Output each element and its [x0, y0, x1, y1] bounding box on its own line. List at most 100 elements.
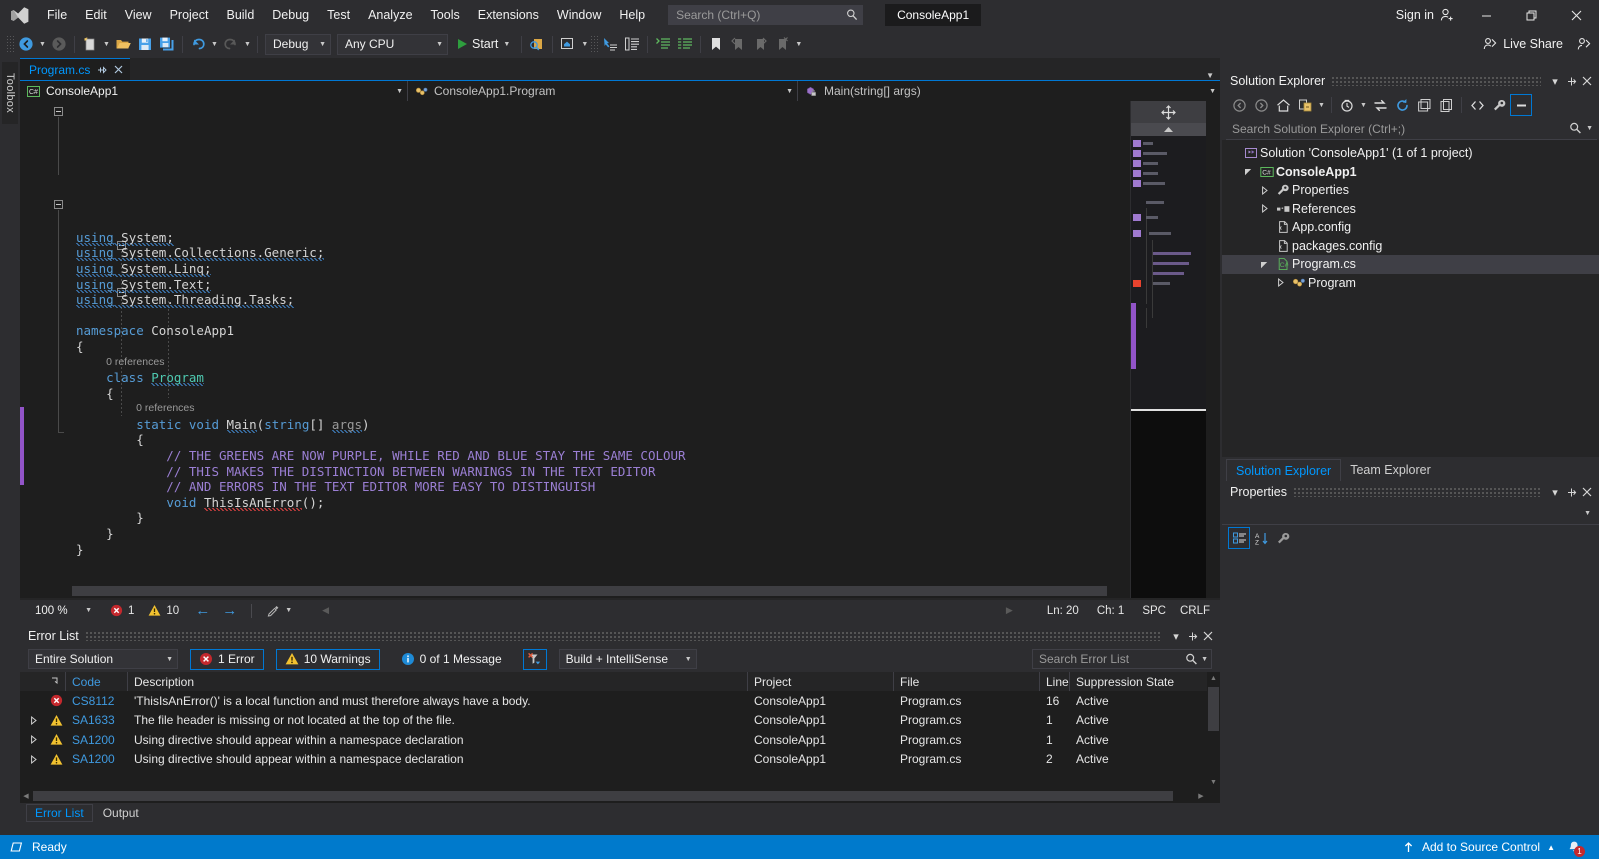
expander-expanded-icon[interactable]	[1244, 167, 1258, 176]
errors-filter-toggle[interactable]: 1 Error	[190, 648, 264, 670]
solution-explorer-tree[interactable]: Solution 'ConsoleApp1' (1 of 1 project) C…	[1222, 140, 1599, 457]
error-scope-combo[interactable]: Entire Solution ▼	[28, 649, 178, 669]
menu-build[interactable]: Build	[217, 3, 263, 27]
code-line[interactable]: // AND ERRORS IN THE TEXT EDITOR MORE EA…	[72, 479, 1130, 495]
home-window-icon[interactable]	[557, 33, 579, 55]
pending-changes-dropdown-icon[interactable]: ▼	[1316, 94, 1327, 116]
solution-tree-item[interactable]: Solution 'ConsoleApp1' (1 of 1 project)	[1222, 144, 1599, 163]
code-line[interactable]: static void Main(string[] args)	[72, 416, 1130, 433]
col-file[interactable]: File	[894, 672, 1040, 691]
show-all-files-icon[interactable]	[1413, 94, 1435, 116]
restore-button[interactable]	[1509, 0, 1554, 30]
document-tab-program-cs[interactable]: Program.cs	[20, 58, 131, 80]
col-severity[interactable]	[40, 672, 66, 691]
col-suppression-state[interactable]: Suppression State	[1070, 672, 1220, 691]
expander-expanded-icon[interactable]	[1260, 260, 1274, 269]
error-list-row[interactable]: SA1200 Using directive should appear with…	[20, 730, 1220, 750]
status-error-count[interactable]: 1	[110, 604, 134, 617]
sync-with-active-document-icon[interactable]	[1369, 94, 1391, 116]
comment-selection-icon[interactable]	[652, 33, 674, 55]
scroll-up-button[interactable]	[1131, 123, 1206, 136]
code-line[interactable]: }	[72, 542, 1130, 558]
minimize-button[interactable]	[1464, 0, 1509, 30]
code-line[interactable]: using System;	[72, 229, 1130, 246]
menu-window[interactable]: Window	[548, 3, 610, 27]
code-references-annotation[interactable]: 0 references	[72, 401, 1130, 417]
uncomment-selection-icon[interactable]	[674, 33, 696, 55]
toolbar-overflow-icon[interactable]: ▼	[793, 33, 804, 55]
row-expander-icon[interactable]	[20, 711, 40, 731]
error-list-row[interactable]: CS8112 'ThisIsAnError()' is a local funct…	[20, 691, 1220, 711]
copy-icon[interactable]	[1435, 94, 1457, 116]
navbar-type-combo[interactable]: ConsoleApp1.Program ▼	[408, 81, 798, 101]
code-line[interactable]: using System.Threading.Tasks;	[72, 292, 1130, 309]
editor-vertical-scrollbar[interactable]	[1206, 101, 1220, 598]
error-list-close-icon[interactable]	[1200, 627, 1216, 645]
solution-tree-item[interactable]: C# Program.cs	[1222, 255, 1599, 274]
filter-dropdown-icon[interactable]: ▼	[1358, 94, 1369, 116]
back-icon[interactable]	[1228, 94, 1250, 116]
status-warning-count[interactable]: 10	[148, 604, 179, 617]
add-to-source-control-button[interactable]: Add to Source Control ▲	[1402, 840, 1555, 854]
open-file-icon[interactable]	[112, 33, 134, 55]
navigate-to-icon[interactable]	[599, 33, 621, 55]
code-line[interactable]: namespace ConsoleApp1	[72, 323, 1130, 339]
live-share-button[interactable]: Live Share	[1473, 32, 1573, 56]
code-editor[interactable]: using System; using System.Collections.Ge…	[20, 101, 1220, 598]
minimap-canvas[interactable]	[1131, 136, 1206, 409]
expander-collapsed-icon[interactable]	[1276, 278, 1290, 288]
start-debug-button[interactable]: Start ▼	[451, 33, 517, 55]
tab-output[interactable]: Output	[95, 804, 147, 822]
code-line[interactable]: // THIS MAKES THE DISTINCTION BETWEEN WA…	[72, 464, 1130, 480]
outlining-column[interactable]	[54, 105, 70, 598]
previous-issue-icon[interactable]: ←	[195, 602, 210, 619]
editor-hscroll-thumb[interactable]	[72, 586, 1107, 596]
col-code[interactable]: Code	[66, 672, 128, 691]
menu-file[interactable]: File	[38, 3, 76, 27]
alphabetical-icon[interactable]: AZ	[1250, 527, 1272, 549]
clear-bookmarks-icon[interactable]	[771, 33, 793, 55]
scroll-up-icon[interactable]: ▲	[1208, 672, 1219, 685]
toolbar-grip-2[interactable]	[590, 35, 600, 53]
code-line[interactable]	[72, 308, 1130, 324]
next-bookmark-icon[interactable]	[749, 33, 771, 55]
error-source-combo[interactable]: Build + IntelliSense ▼	[558, 649, 697, 669]
code-line[interactable]: using System.Collections.Generic;	[72, 245, 1130, 262]
properties-pin-icon[interactable]	[1563, 483, 1579, 501]
navigate-forward-icon[interactable]	[48, 33, 70, 55]
properties-drag-dots[interactable]	[1292, 487, 1541, 497]
code-line[interactable]: void ThisIsAnError();	[72, 494, 1130, 511]
col-description[interactable]: Description	[128, 672, 748, 691]
save-icon[interactable]	[134, 33, 156, 55]
solution-tree-item[interactable]: References	[1222, 200, 1599, 219]
search-options-dropdown-icon[interactable]: ▼	[1201, 656, 1208, 663]
error-list-row[interactable]: SA1633 The file header is missing or not …	[20, 711, 1220, 731]
forward-icon[interactable]	[1250, 94, 1272, 116]
clear-filter-icon[interactable]	[522, 648, 547, 670]
expander-collapsed-icon[interactable]	[1260, 185, 1274, 195]
properties-object-combo[interactable]: ▼	[1222, 503, 1599, 525]
properties-wrench-icon[interactable]	[1488, 94, 1510, 116]
panel-drag-dots[interactable]	[1331, 76, 1541, 86]
close-tab-icon[interactable]	[114, 65, 123, 74]
solution-configuration-combo[interactable]: Debug ▼	[265, 33, 331, 55]
save-all-icon[interactable]	[156, 33, 178, 55]
solution-tree-item[interactable]: C# ConsoleApp1	[1222, 163, 1599, 182]
col-project[interactable]: Project	[748, 672, 894, 691]
row-expander-icon[interactable]	[20, 750, 40, 770]
properties-close-icon[interactable]	[1579, 483, 1595, 501]
scroll-left-icon[interactable]: ◀	[20, 789, 32, 803]
code-line[interactable]: }	[72, 510, 1130, 526]
error-list-menu-icon[interactable]: ▾	[1168, 627, 1184, 645]
pending-changes-icon[interactable]	[1294, 94, 1316, 116]
error-list-vertical-scrollbar[interactable]: ▲ ▼	[1207, 672, 1220, 789]
error-list-search-input[interactable]: Search Error List ▼	[1032, 649, 1212, 669]
property-pages-icon[interactable]	[1272, 527, 1294, 549]
code-line[interactable]: using System.Text;	[72, 276, 1130, 293]
editor-horizontal-scrollbar[interactable]	[72, 584, 1130, 598]
view-code-icon[interactable]	[1466, 94, 1488, 116]
menu-view[interactable]: View	[116, 3, 161, 27]
code-references-annotation[interactable]: 0 references	[72, 355, 1130, 371]
panel-menu-icon[interactable]: ▾	[1547, 72, 1563, 90]
redo-icon[interactable]	[220, 33, 242, 55]
